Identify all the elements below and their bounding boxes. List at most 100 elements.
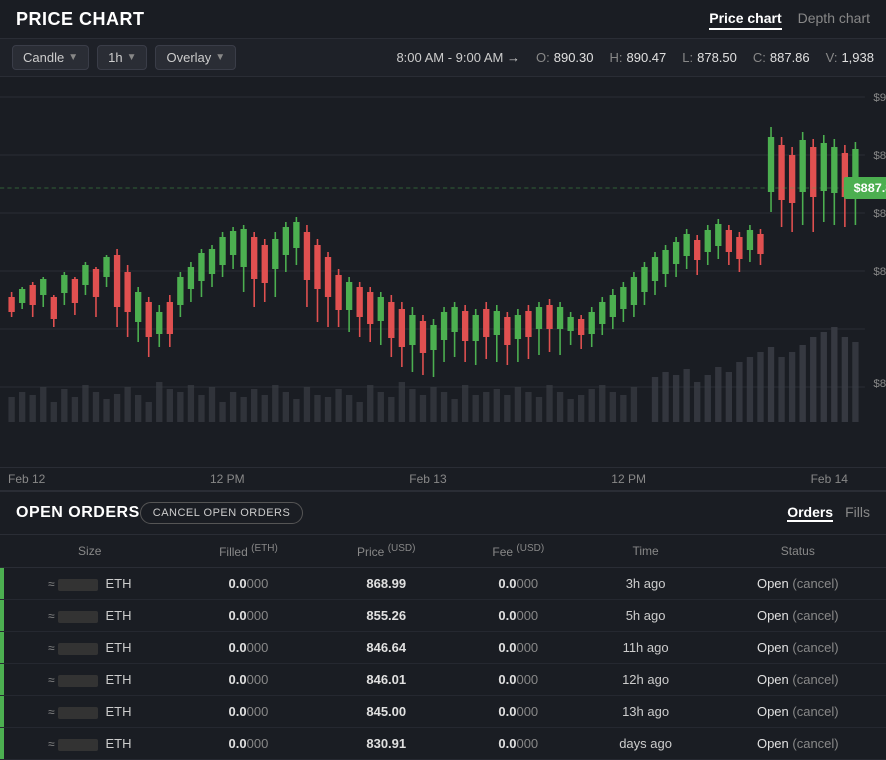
tab-price-chart[interactable]: Price chart [709, 8, 781, 30]
svg-text:$820: $820 [873, 378, 886, 390]
table-row: ≈ ETH 0.0000 846.64 0.0000 11h ago Open … [0, 632, 886, 664]
fee-dim: 000 [516, 672, 538, 687]
filled-value: 0.0 [229, 704, 247, 719]
cancel-order-link[interactable]: (cancel) [792, 576, 838, 591]
order-size-cell: ≈ ETH [0, 632, 179, 664]
filled-value: 0.0 [229, 672, 247, 687]
order-price-cell: 846.64 [317, 632, 455, 664]
tab-fills[interactable]: Fills [845, 504, 870, 522]
order-time-cell: 11h ago [582, 632, 710, 664]
tab-depth-chart[interactable]: Depth chart [798, 8, 870, 30]
orders-header: OPEN ORDERS CANCEL OPEN ORDERS Orders Fi… [0, 492, 886, 535]
cancel-open-orders-button[interactable]: CANCEL OPEN ORDERS [140, 502, 304, 524]
fee-value: 0.0 [498, 704, 516, 719]
fee-dim: 000 [516, 640, 538, 655]
col-fee: Fee (USD) [455, 535, 581, 568]
size-unit: ETH [106, 608, 132, 623]
price-chart-header: PRICE CHART Price chart Depth chart [0, 0, 886, 39]
order-size-cell: ≈ ETH [0, 568, 179, 600]
filled-dim: 000 [247, 736, 269, 751]
status-label: Open [757, 736, 792, 751]
order-price-cell: 845.00 [317, 696, 455, 728]
approx-symbol: ≈ [48, 577, 58, 591]
status-label: Open [757, 576, 792, 591]
filled-dim: 000 [247, 704, 269, 719]
order-size-cell: ≈ ETH [0, 664, 179, 696]
tab-orders[interactable]: Orders [787, 504, 833, 522]
order-size-cell: ≈ ETH [0, 696, 179, 728]
order-time-cell: 5h ago [582, 600, 710, 632]
filled-value: 0.0 [229, 640, 247, 655]
order-filled-cell: 0.0000 [179, 696, 317, 728]
order-fee-cell: 0.0000 [455, 632, 581, 664]
x-label-12pm-1: 12 PM [210, 472, 245, 486]
size-blur-box [58, 739, 98, 751]
high-price: H: 890.47 [610, 50, 667, 65]
x-label-feb14: Feb 14 [811, 472, 848, 486]
orders-title: OPEN ORDERS [16, 504, 140, 522]
price-value: 846.01 [366, 672, 406, 687]
size-unit: ETH [106, 736, 132, 751]
col-size: Size [0, 535, 179, 568]
fee-value: 0.0 [498, 608, 516, 623]
svg-text:$887.86: $887.86 [854, 181, 886, 195]
time-value: 11h ago [623, 640, 669, 655]
x-label-feb13: Feb 13 [409, 472, 446, 486]
overlay-button[interactable]: Overlay ▼ [155, 45, 236, 70]
col-price: Price (USD) [317, 535, 455, 568]
fee-dim: 000 [516, 704, 538, 719]
open-price: O: 890.30 [536, 50, 594, 65]
cancel-order-link[interactable]: (cancel) [792, 736, 838, 751]
order-price-cell: 830.91 [317, 728, 455, 760]
order-time-cell: 12h ago [582, 664, 710, 696]
candle-type-button[interactable]: Candle ▼ [12, 45, 89, 70]
size-blur-box [58, 579, 98, 591]
cancel-order-link[interactable]: (cancel) [792, 704, 838, 719]
order-price-cell: 855.26 [317, 600, 455, 632]
filled-value: 0.0 [229, 608, 247, 623]
filled-value: 0.0 [229, 576, 247, 591]
candlestick-chart: $900 $880 $860 $840 $820 [0, 77, 886, 467]
cancel-order-link[interactable]: (cancel) [792, 640, 838, 655]
price-chart-area[interactable]: $900 $880 $860 $840 $820 [0, 77, 886, 467]
order-status-cell: Open (cancel) [710, 568, 886, 600]
order-size-cell: ≈ ETH [0, 728, 179, 760]
price-value: 830.91 [366, 736, 406, 751]
fee-dim: 000 [516, 736, 538, 751]
order-price-cell: 846.01 [317, 664, 455, 696]
time-value: 12h ago [622, 672, 669, 687]
size-unit: ETH [106, 672, 132, 687]
table-row: ≈ ETH 0.0000 845.00 0.0000 13h ago Open … [0, 696, 886, 728]
cancel-order-link[interactable]: (cancel) [792, 608, 838, 623]
status-label: Open [757, 672, 792, 687]
order-filled-cell: 0.0000 [179, 600, 317, 632]
time-value: 3h ago [626, 576, 666, 591]
svg-text:$860: $860 [873, 208, 886, 220]
table-row: ≈ ETH 0.0000 830.91 0.0000 days ago Open… [0, 728, 886, 760]
time-value: 5h ago [626, 608, 666, 623]
price-value: 868.99 [366, 576, 406, 591]
time-value: 13h ago [622, 704, 669, 719]
time-range: 8:00 AM - 9:00 AM → [396, 50, 520, 65]
order-filled-cell: 0.0000 [179, 568, 317, 600]
low-price: L: 878.50 [682, 50, 737, 65]
fee-value: 0.0 [498, 640, 516, 655]
volume: V: 1,938 [826, 50, 874, 65]
order-price-cell: 868.99 [317, 568, 455, 600]
svg-text:$840: $840 [873, 266, 886, 278]
timeframe-button[interactable]: 1h ▼ [97, 45, 147, 70]
cancel-order-link[interactable]: (cancel) [792, 672, 838, 687]
filled-dim: 000 [247, 576, 269, 591]
filled-dim: 000 [247, 672, 269, 687]
order-time-cell: 13h ago [582, 696, 710, 728]
close-price: C: 887.86 [753, 50, 810, 65]
fee-dim: 000 [516, 576, 538, 591]
size-unit: ETH [106, 704, 132, 719]
open-orders-section: OPEN ORDERS CANCEL OPEN ORDERS Orders Fi… [0, 490, 886, 760]
order-status-cell: Open (cancel) [710, 728, 886, 760]
status-label: Open [757, 640, 792, 655]
svg-text:$900: $900 [873, 92, 886, 104]
x-axis: Feb 12 12 PM Feb 13 12 PM Feb 14 [0, 467, 886, 490]
price-value: 846.64 [366, 640, 406, 655]
col-filled: Filled (ETH) [179, 535, 317, 568]
